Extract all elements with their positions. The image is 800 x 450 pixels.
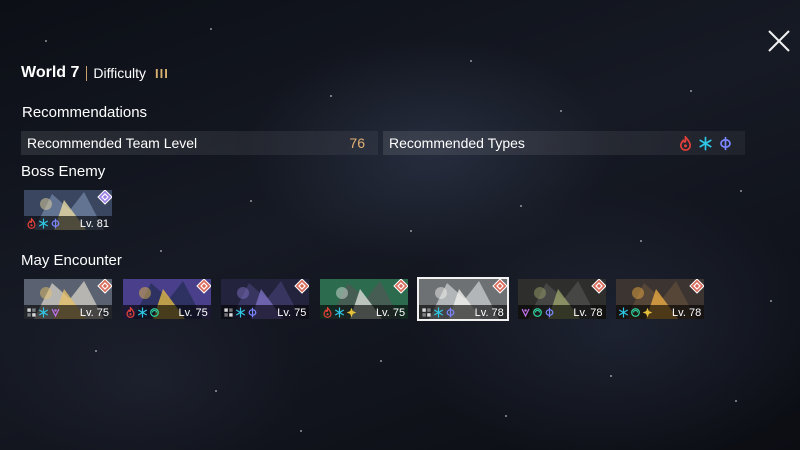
enemy-weakness-icons <box>26 307 61 318</box>
enemy-level: Lv. 75 <box>375 307 406 319</box>
world-title: World 7 <box>21 64 80 81</box>
diamond-badge-icon <box>294 279 310 294</box>
recommended-team-level-value: 76 <box>349 135 365 151</box>
recommended-team-level-label: Recommended Team Level <box>27 135 198 151</box>
psi-icon <box>545 307 553 318</box>
wind-icon <box>631 308 641 317</box>
stage-header: World 7 Difficulty III <box>21 64 169 82</box>
diamond-badge-icon <box>97 190 112 205</box>
psi-icon <box>248 307 257 318</box>
close-button[interactable] <box>764 26 794 56</box>
diamond-badge-icon <box>689 279 705 294</box>
enemy-weakness-icons <box>125 307 160 318</box>
fire-icon <box>27 218 36 229</box>
enemy-weakness-icons <box>26 218 61 229</box>
diamond-badge-icon <box>195 279 211 294</box>
difficulty-label: Difficulty <box>93 65 147 81</box>
recommendations-title: Recommendations <box>22 104 148 121</box>
enemy-weakness-icons <box>520 307 555 318</box>
physical-icon <box>224 308 234 317</box>
light-icon <box>642 307 653 318</box>
psi-icon <box>51 218 60 229</box>
recommended-team-level-row: Recommended Team Level 76 <box>21 131 378 155</box>
physical-icon <box>27 308 36 317</box>
diamond-badge-icon <box>393 279 409 294</box>
ice-icon <box>699 136 712 150</box>
may-encounter-card[interactable]: Lv. 75 <box>24 279 112 319</box>
wind-icon <box>532 308 542 317</box>
light-icon <box>346 307 357 318</box>
may-encounter-card[interactable]: Lv. 75 <box>320 279 409 319</box>
may-encounter-card[interactable]: Lv. 75 <box>122 279 211 319</box>
may-encounter-card[interactable]: Lv. 78 <box>616 279 705 319</box>
enemy-level: Lv. 78 <box>573 307 603 319</box>
ice-icon <box>236 307 246 318</box>
boss-enemy-title: Boss Enemy <box>21 163 106 180</box>
may-encounter-card[interactable]: Lv. 78 <box>517 279 606 319</box>
diamond-badge-icon <box>492 279 507 294</box>
poison-icon <box>521 308 529 318</box>
may-encounter-card[interactable]: Lv. 75 <box>221 279 310 319</box>
poison-icon <box>51 308 60 318</box>
enemy-weakness-icons <box>421 307 456 318</box>
may-encounter-title: May Encounter <box>21 252 122 269</box>
may-encounter-card[interactable]: Lv. 78 <box>416 277 509 321</box>
recommended-types-icons <box>678 135 733 151</box>
boss-enemy-card[interactable]: Lv. 81 <box>24 190 112 230</box>
enemy-level: Lv. 75 <box>79 307 109 319</box>
wind-icon <box>149 308 159 317</box>
fire-icon <box>323 307 332 318</box>
enemy-level: Lv. 81 <box>79 218 109 230</box>
ice-icon <box>137 307 147 318</box>
diamond-badge-icon <box>590 279 606 294</box>
psi-icon <box>720 136 731 150</box>
ice-icon <box>619 307 629 318</box>
ice-icon <box>433 307 443 318</box>
physical-icon <box>422 308 431 317</box>
enemy-weakness-icons <box>618 307 653 318</box>
fire-icon <box>126 307 135 318</box>
diamond-badge-icon <box>97 279 112 294</box>
ice-icon <box>39 307 48 318</box>
header-divider <box>86 65 88 81</box>
close-icon <box>768 30 790 52</box>
recommended-types-label: Recommended Types <box>389 135 525 151</box>
ice-icon <box>39 218 48 229</box>
fire-icon <box>679 135 692 151</box>
ice-icon <box>335 307 345 318</box>
psi-icon <box>446 307 455 318</box>
enemy-level: Lv. 78 <box>672 307 702 319</box>
enemy-weakness-icons <box>223 307 258 318</box>
difficulty-level: III <box>155 65 169 81</box>
enemy-weakness-icons <box>322 307 357 318</box>
enemy-level: Lv. 75 <box>277 307 307 319</box>
enemy-level: Lv. 78 <box>474 307 504 319</box>
recommended-types-row: Recommended Types <box>383 131 745 155</box>
enemy-level: Lv. 75 <box>178 307 208 319</box>
